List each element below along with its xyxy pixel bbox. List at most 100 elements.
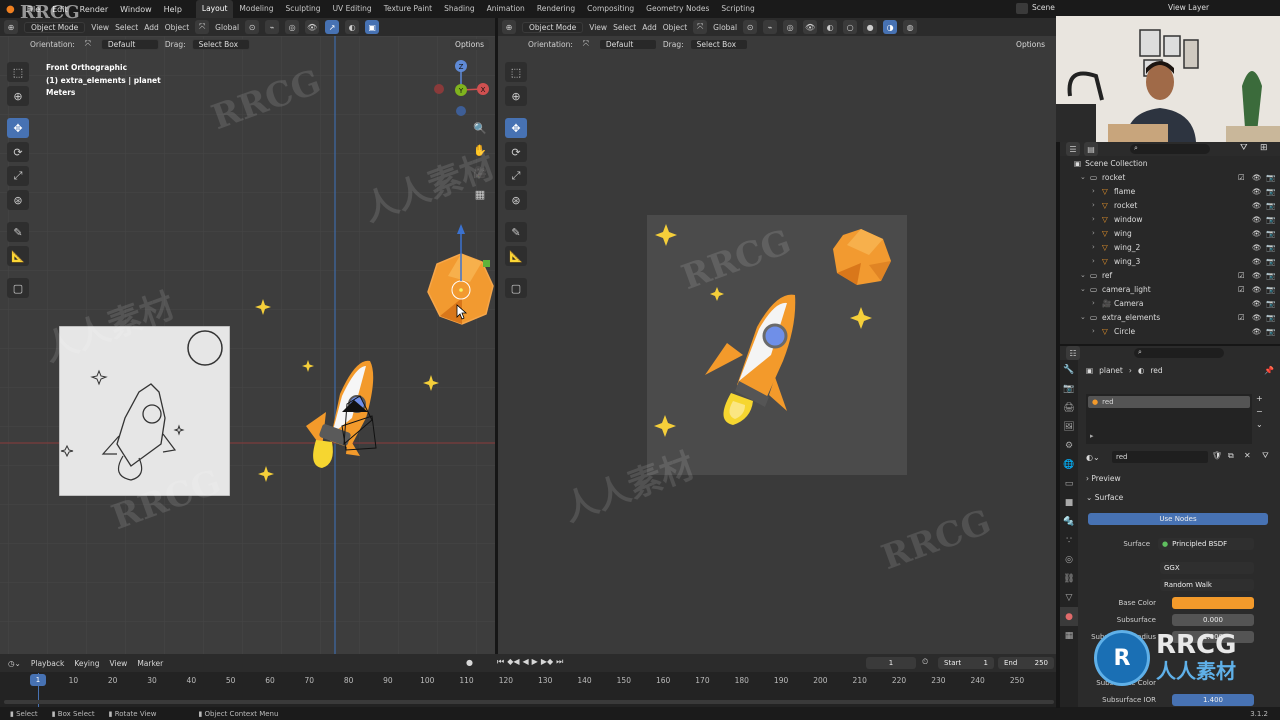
render-camera-icon[interactable]: 📷 [1266, 201, 1275, 210]
timeline-editor-icon[interactable]: ◷⌄ [8, 659, 21, 668]
new-collection-icon[interactable]: ⊞ [1260, 143, 1268, 153]
render-tab-icon[interactable]: 📷 [1060, 379, 1078, 398]
overlay-icon[interactable]: ◐ [345, 20, 360, 34]
outliner-row-rocket[interactable]: › ▽ rocket 👁 📷 [1060, 198, 1280, 212]
right-menu-view[interactable]: View [589, 23, 607, 32]
pin-icon[interactable]: 📌 [1264, 366, 1274, 375]
menu-window[interactable]: Window [114, 5, 158, 14]
disclosure-icon[interactable]: ⌄ [1080, 313, 1086, 321]
right-orientation-select[interactable]: Default [598, 38, 657, 50]
render-camera-icon[interactable]: 📷 [1266, 229, 1275, 238]
end-frame-field[interactable]: End 250 [998, 657, 1054, 669]
outliner-row-camera-light[interactable]: ⌄ ▭ camera_light ☑ 👁 📷 [1060, 282, 1280, 296]
shading-rendered-icon[interactable]: ◍ [903, 20, 918, 34]
base-color-swatch[interactable] [1172, 597, 1254, 609]
eye-icon[interactable]: 👁 [1252, 285, 1262, 294]
add-slot-icon[interactable]: + [1256, 394, 1263, 403]
node-filter-icon[interactable]: ⛛ [1262, 451, 1269, 461]
visibility-icon[interactable]: 👁 [803, 20, 818, 34]
right-menu-add[interactable]: Add [642, 23, 657, 32]
move-tool-icon[interactable]: ✥ [505, 118, 527, 138]
outliner-row-wing[interactable]: › ▽ wing 👁 📷 [1060, 226, 1280, 240]
area-divider[interactable] [495, 18, 498, 654]
render-camera-icon[interactable]: 📷 [1266, 257, 1275, 266]
constraints-tab-icon[interactable]: ⛓ [1060, 569, 1078, 588]
material-name-field[interactable]: red [1112, 451, 1208, 463]
render-camera-icon[interactable]: 📷 [1266, 313, 1275, 322]
right-drag-select[interactable]: Select Box [689, 38, 748, 50]
jump-end-icon[interactable]: ⏭ [556, 657, 563, 667]
gizmo-icon[interactable]: ↗ [325, 20, 340, 34]
eye-icon[interactable]: 👁 [1252, 327, 1262, 336]
tab-geometry-nodes[interactable]: Geometry Nodes [640, 0, 715, 18]
exclude-checkbox[interactable]: ☑ [1238, 285, 1245, 294]
disclosure-icon[interactable]: › [1092, 229, 1095, 237]
expand-icon[interactable]: ▸ [1090, 432, 1094, 440]
jump-start-icon[interactable]: ⏮ [497, 657, 504, 667]
render-camera-icon[interactable]: 📷 [1266, 173, 1275, 182]
material-tab-icon[interactable]: ● [1060, 607, 1078, 626]
next-keyframe-icon[interactable]: ▶◆ [541, 657, 553, 667]
outliner-row-flame[interactable]: › ▽ flame 👁 📷 [1060, 184, 1280, 198]
physics-tab-icon[interactable]: ◎ [1060, 550, 1078, 569]
menu-file[interactable]: File [21, 5, 46, 14]
disclosure-icon[interactable]: › [1092, 215, 1095, 223]
outliner-root[interactable]: ▣ Scene Collection [1060, 156, 1280, 170]
left-options-button[interactable]: Options [450, 38, 489, 50]
outliner-row-circle[interactable]: › ▽ Circle 👁 📷 [1060, 324, 1280, 338]
disclosure-icon[interactable]: › [1092, 257, 1095, 265]
tab-compositing[interactable]: Compositing [581, 0, 640, 18]
subsurface-method-select[interactable]: Random Walk [1160, 579, 1254, 591]
eye-icon[interactable]: 👁 [1252, 187, 1262, 196]
area-divider[interactable] [1060, 344, 1280, 346]
disclosure-icon[interactable]: › [1092, 299, 1095, 307]
right-mode-select[interactable]: Object Mode [522, 21, 584, 33]
shading-wireframe-icon[interactable]: ○ [843, 20, 858, 34]
exclude-checkbox[interactable]: ☑ [1238, 313, 1245, 322]
render-camera-icon[interactable]: 📷 [1266, 215, 1275, 224]
material-slot-item[interactable]: ● red [1088, 396, 1250, 408]
left-drag-select[interactable]: Select Box [191, 38, 250, 50]
eye-icon[interactable]: 👁 [1252, 229, 1262, 238]
pivot-icon[interactable]: ⊙ [245, 20, 260, 34]
start-frame-field[interactable]: Start 1 [938, 657, 994, 669]
collection-tab-icon[interactable]: ▭ [1060, 474, 1078, 493]
clock-icon[interactable]: ⏲ [922, 657, 928, 667]
proportional-icon[interactable]: ◎ [285, 20, 300, 34]
outliner-search-input[interactable]: ⌕ [1130, 144, 1210, 154]
render-camera-icon[interactable]: 📷 [1266, 327, 1275, 336]
disclosure-icon[interactable]: › [1092, 327, 1095, 335]
left-mode-select[interactable]: Object Mode [24, 21, 86, 33]
particles-tab-icon[interactable]: ∵ [1060, 531, 1078, 550]
object-tab-icon[interactable]: ■ [1060, 493, 1078, 512]
menu-edit[interactable]: Edit [46, 5, 74, 14]
render-camera-icon[interactable]: 📷 [1266, 299, 1275, 308]
prev-keyframe-icon[interactable]: ◆◀ [507, 657, 519, 667]
outliner-row-window[interactable]: › ▽ window 👁 📷 [1060, 212, 1280, 226]
right-options-button[interactable]: Options [1011, 38, 1050, 50]
render-camera-icon[interactable]: 📷 [1266, 243, 1275, 252]
transform-orientation-icon[interactable]: ⤧ [693, 20, 708, 34]
editor-type-icon[interactable]: ⊕ [4, 20, 18, 34]
cursor-tool-icon[interactable]: ⊕ [505, 86, 527, 106]
disclosure-icon[interactable]: ⌄ [1080, 173, 1086, 181]
outliner-row-extra-elements[interactable]: ⌄ ▭ extra_elements ☑ 👁 📷 [1060, 310, 1280, 324]
outliner-row-wing-2[interactable]: › ▽ wing_2 👁 📷 [1060, 240, 1280, 254]
exclude-checkbox[interactable]: ☑ [1238, 173, 1245, 182]
output-tab-icon[interactable]: 🖨 [1060, 398, 1078, 417]
shading-material-icon[interactable]: ◑ [883, 20, 898, 34]
duplicate-material-icon[interactable]: ⧉ [1228, 451, 1234, 461]
transform-tool-icon[interactable]: ⊛ [505, 190, 527, 210]
render-camera-icon[interactable]: 📷 [1266, 187, 1275, 196]
play-reverse-icon[interactable]: ◀ [523, 657, 529, 667]
left-menu-view[interactable]: View [91, 23, 109, 32]
xray-icon[interactable]: ▣ [365, 20, 380, 34]
play-icon[interactable]: ▶ [532, 657, 538, 667]
rotate-tool-icon[interactable]: ⟳ [505, 142, 527, 162]
right-3d-viewport-camera-view[interactable]: ⬚ ⊕ ✥ ⟳ ⤢ ⊛ ✎ 📐 ▢ [498, 36, 1056, 654]
current-frame-field[interactable]: 1 [866, 657, 916, 669]
distribution-select[interactable]: GGX [1160, 562, 1254, 574]
transform-orientation-icon[interactable]: ⤧ [195, 20, 210, 34]
surface-section[interactable]: ⌄ Surface [1086, 493, 1123, 502]
disclosure-icon[interactable]: ⌄ [1080, 271, 1086, 279]
